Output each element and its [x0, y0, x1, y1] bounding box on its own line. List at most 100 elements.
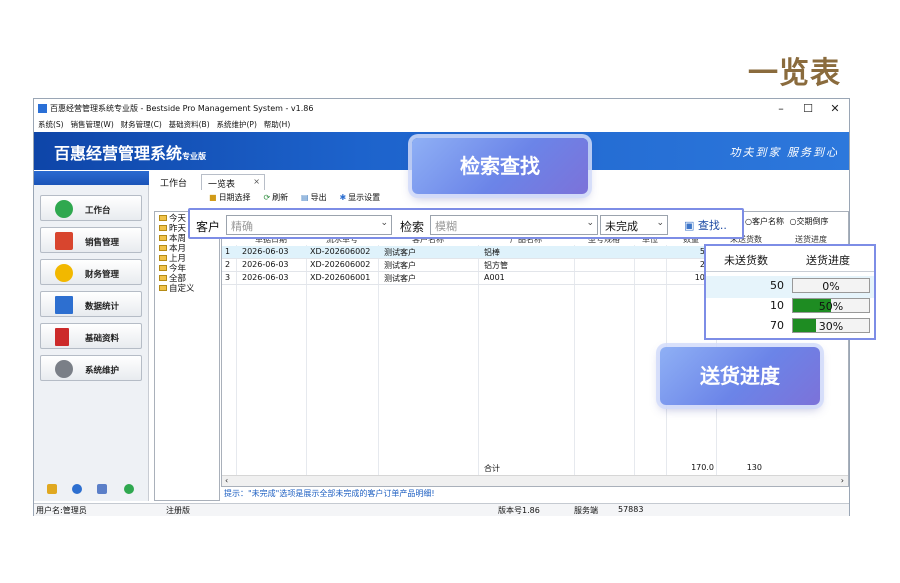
- cell-customer: 测试客户: [384, 248, 416, 257]
- undelivered-count: 70: [770, 319, 784, 332]
- cell-product: A001: [484, 273, 505, 282]
- folder-icon: ■: [209, 193, 217, 202]
- sidebar-item-basic-data[interactable]: 基础资料: [40, 323, 142, 349]
- tree-node-label: 自定义: [169, 284, 195, 294]
- gear-icon: [55, 360, 73, 378]
- row-number: 2: [225, 260, 231, 269]
- search-panel: 客户 精确 ⌄ 检索 模糊 ⌄ 未完成 ⌄ ▣ 查找..: [188, 208, 744, 239]
- total-undelivered: 130: [746, 463, 762, 472]
- status-server-port: 57883: [618, 505, 644, 514]
- progress-row[interactable]: 70 30%: [706, 316, 874, 338]
- app-icon: [38, 104, 47, 113]
- search-match-select[interactable]: 模糊 ⌄: [430, 215, 598, 235]
- monitor-icon[interactable]: [97, 484, 107, 494]
- folder-icon: [159, 265, 167, 271]
- tab-overview[interactable]: 一览表 ×: [201, 174, 265, 190]
- horizontal-scrollbar[interactable]: ‹ ›: [222, 475, 848, 486]
- status-version: 版本号1.86: [498, 506, 540, 515]
- menu-system[interactable]: 系统(S): [38, 119, 64, 130]
- cell-serial: XD-202606001: [310, 273, 371, 282]
- maximize-button[interactable]: ☐: [794, 101, 822, 117]
- sidebar-item-maintenance[interactable]: 系统维护: [40, 355, 142, 381]
- search-icon: ▣: [684, 219, 695, 232]
- brand-suffix: 专业版: [182, 152, 207, 161]
- sidebar-item-label: 财务管理: [85, 270, 120, 280]
- info-icon[interactable]: [72, 484, 82, 494]
- cell-date: 2026-06-03: [242, 247, 289, 256]
- cell-product: 铝方管: [484, 261, 508, 270]
- export-icon: ▤: [301, 193, 309, 202]
- tab-label: 一览表: [208, 180, 236, 190]
- sort-by-customer-radio[interactable]: ○客户名称: [745, 217, 784, 226]
- minimize-button[interactable]: –: [767, 101, 795, 117]
- sort-by-delivery-radio[interactable]: ○交期倒序: [790, 217, 829, 226]
- folder-icon: [159, 245, 167, 251]
- find-button[interactable]: ▣ 查找..: [684, 217, 727, 233]
- export-button[interactable]: ▤ 导出: [301, 192, 327, 203]
- sidebar-item-sales[interactable]: 销售管理: [40, 227, 142, 253]
- scroll-left-icon[interactable]: ‹: [225, 476, 228, 485]
- status-filter-select[interactable]: 未完成 ⌄: [600, 215, 668, 235]
- close-tab-icon[interactable]: ×: [253, 177, 260, 186]
- customer-match-select[interactable]: 精确 ⌄: [226, 215, 392, 235]
- progress-header-progress: 送货进度: [806, 254, 850, 267]
- date-tree: 今天 昨天 本周 本月 上月 今年 全部 自定义: [154, 211, 220, 501]
- menu-basic-data[interactable]: 基础资料(B): [169, 119, 210, 130]
- sidebar: 工作台 销售管理 财务管理 数据统计 基础资料 系统维护: [34, 171, 149, 501]
- tree-node-custom[interactable]: 自定义: [159, 282, 195, 294]
- sidebar-item-label: 系统维护: [85, 366, 120, 376]
- date-select-label: 日期选择: [218, 193, 251, 202]
- progress-header-undelivered: 未送货数: [724, 254, 768, 267]
- refresh-button[interactable]: ⟳ 刷新: [263, 192, 288, 203]
- row-number: 1: [225, 247, 231, 256]
- status-bar: 用户名:管理员 注册版 版本号1.86 服务端 57883: [34, 503, 849, 516]
- display-settings-label: 显示设置: [348, 193, 381, 202]
- progress-row[interactable]: 10 50%: [706, 296, 874, 318]
- sidebar-item-finance[interactable]: 财务管理: [40, 259, 142, 285]
- progress-text: 30%: [818, 320, 844, 333]
- star-icon: [55, 264, 73, 282]
- customer-label: 客户: [196, 220, 221, 234]
- folder-icon: [159, 225, 167, 231]
- menu-sales[interactable]: 销售管理(W): [71, 119, 114, 130]
- folder-icon[interactable]: [47, 484, 57, 494]
- search-match-value: 模糊: [435, 220, 457, 233]
- refresh-icon: ⟳: [263, 193, 271, 202]
- menu-help[interactable]: 帮助(H): [264, 119, 291, 130]
- book-icon: [55, 328, 69, 346]
- close-window-button[interactable]: ✕: [821, 101, 849, 117]
- menu-maintenance[interactable]: 系统维护(P): [217, 119, 257, 130]
- sidebar-header: [34, 171, 149, 185]
- refresh-label: 刷新: [272, 193, 289, 202]
- menu-finance[interactable]: 财务管理(C): [121, 119, 162, 130]
- radio-label: 交期倒序: [796, 217, 829, 226]
- banner-slogan: 功夫到家 服务到心: [729, 146, 839, 159]
- progress-row[interactable]: 50 0%: [706, 276, 874, 298]
- toolbar: ■ 日期选择 ⟳ 刷新 ▤ 导出 ✱ 显示设置: [209, 192, 390, 206]
- progress-text: 50%: [818, 300, 844, 313]
- status-server-label: 服务端: [574, 506, 598, 515]
- tab-workbench[interactable]: 工作台: [154, 174, 193, 190]
- gear-icon: ✱: [339, 193, 347, 202]
- folder-icon: [159, 285, 167, 291]
- status-user: 用户名:管理员: [36, 506, 87, 515]
- undelivered-count: 50: [770, 279, 784, 292]
- power-icon[interactable]: [124, 484, 134, 494]
- search-label: 检索: [400, 220, 425, 234]
- grid-total-row: 合计 170.0 130: [222, 462, 848, 474]
- sidebar-item-workbench[interactable]: 工作台: [40, 195, 142, 221]
- progress-bar: 50%: [792, 298, 870, 313]
- progress-header-divider: [706, 271, 874, 272]
- cell-product: 铝棒: [484, 248, 500, 257]
- display-settings-button[interactable]: ✱ 显示设置: [339, 192, 380, 203]
- folder-icon: [159, 215, 167, 221]
- date-select-button[interactable]: ■ 日期选择: [209, 192, 251, 203]
- find-button-label: 查找..: [697, 219, 727, 232]
- scroll-right-icon[interactable]: ›: [841, 476, 844, 485]
- callout-progress: 送货进度: [660, 347, 820, 405]
- cell-date: 2026-06-03: [242, 260, 289, 269]
- brand-name: 百惠经营管理系统专业版: [54, 140, 206, 164]
- page-title: 一览表: [748, 56, 841, 91]
- delivery-progress-panel: 未送货数 送货进度 50 0% 10 50% 70 30%: [704, 244, 876, 340]
- sidebar-item-statistics[interactable]: 数据统计: [40, 291, 142, 317]
